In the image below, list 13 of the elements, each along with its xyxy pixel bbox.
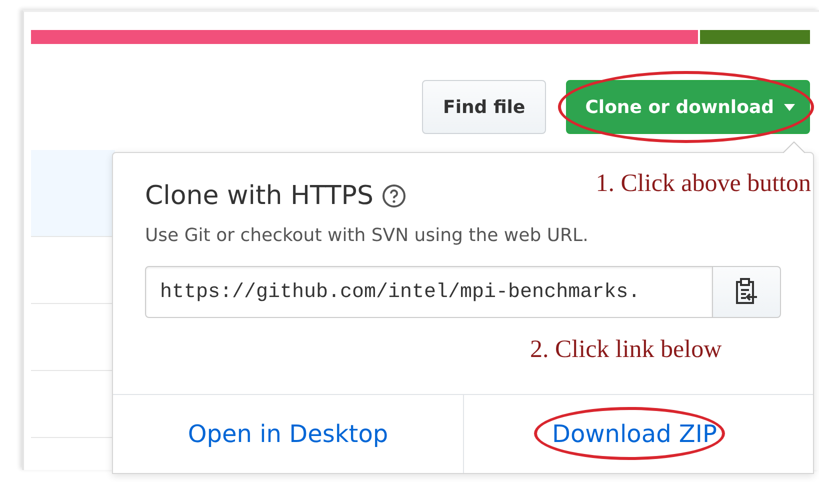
caret-icon (784, 104, 795, 110)
clipboard-icon (734, 278, 758, 306)
download-zip-link[interactable]: Download ZIP (552, 420, 717, 448)
help-icon[interactable] (382, 184, 406, 208)
popover-title: Clone with HTTPS (145, 181, 374, 211)
find-file-button[interactable]: Find file (422, 80, 546, 134)
popover-subtitle: Use Git or checkout with SVN using the web URL. (145, 225, 590, 246)
annotation-text: 1. Click above button (596, 170, 811, 198)
open-in-desktop-link[interactable]: Open in Desktop (188, 420, 388, 448)
annotation-text: 2. Click link below (530, 336, 722, 365)
copy-button[interactable] (713, 266, 781, 318)
clone-button[interactable]: Clone or download (566, 80, 810, 134)
url-field[interactable]: https://github.com/intel/mpi-benchmarks. (145, 266, 713, 318)
